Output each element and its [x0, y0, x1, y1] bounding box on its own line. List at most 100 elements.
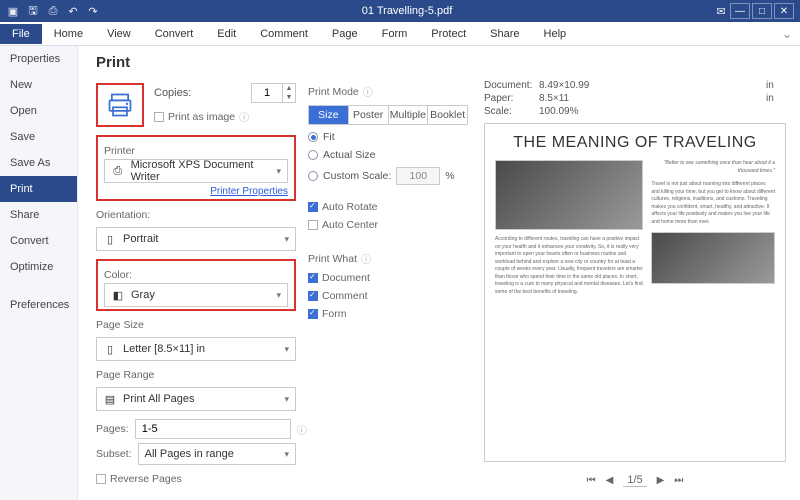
collapse-ribbon-icon[interactable]: ⌄: [774, 27, 800, 41]
pw-document-checkbox[interactable]: [308, 273, 318, 283]
radio-fit[interactable]: [308, 132, 318, 142]
orientation-select[interactable]: ▯ Portrait ▾: [96, 227, 296, 251]
tab-multiple[interactable]: Multiple: [389, 106, 429, 124]
printer-properties-link[interactable]: Printer Properties: [104, 186, 288, 197]
preview-pager: ⏮ ◀ 1/5 ▶ ⏭: [484, 468, 786, 492]
side-share[interactable]: Share: [0, 202, 77, 228]
chevron-down-icon: ▾: [284, 344, 289, 355]
pages-icon: ▤: [103, 392, 117, 406]
reverse-pages-label: Reverse Pages: [110, 473, 182, 485]
menu-help[interactable]: Help: [532, 24, 579, 44]
menu-comment[interactable]: Comment: [248, 24, 320, 44]
auto-center-label: Auto Center: [322, 219, 378, 231]
pages-label: Pages:: [96, 423, 129, 435]
mail-icon[interactable]: ✉: [714, 4, 728, 18]
subset-select[interactable]: All Pages in range ▾: [138, 443, 296, 465]
color-swatch-icon: ◧: [111, 288, 125, 302]
menu-convert[interactable]: Convert: [143, 24, 206, 44]
printer-label: Printer: [104, 145, 288, 157]
printer-icon: [106, 91, 134, 119]
info-icon[interactable]: ⓘ: [297, 422, 307, 437]
scale-label: Scale:: [484, 106, 539, 117]
menu-form[interactable]: Form: [370, 24, 420, 44]
print-button[interactable]: [96, 83, 144, 127]
info-icon[interactable]: ⓘ: [363, 84, 373, 99]
copies-input[interactable]: [252, 87, 282, 99]
pager-first-icon[interactable]: ⏮: [587, 475, 596, 486]
menubar: File Home View Convert Edit Comment Page…: [0, 22, 800, 46]
info-icon[interactable]: ⓘ: [239, 109, 249, 124]
pagerange-select[interactable]: ▤ Print All Pages ▾: [96, 387, 296, 411]
side-new[interactable]: New: [0, 72, 77, 98]
document-title: 01 Travelling-5.pdf: [100, 5, 714, 17]
tab-poster[interactable]: Poster: [349, 106, 389, 124]
info-icon[interactable]: ⓘ: [361, 251, 371, 266]
pager-prev-icon[interactable]: ◀: [606, 475, 614, 486]
side-saveas[interactable]: Save As: [0, 150, 77, 176]
page-total: /5: [633, 474, 642, 486]
pw-comment-checkbox[interactable]: [308, 291, 318, 301]
titlebar: ▣ 🖫 ⎙ ↶ ↷ 01 Travelling-5.pdf ✉ — □ ✕: [0, 0, 800, 22]
print-what-label: Print What: [308, 253, 357, 265]
menu-page[interactable]: Page: [320, 24, 370, 44]
paper-value: 8.5×11: [539, 93, 766, 104]
pages-input[interactable]: [135, 419, 291, 439]
orientation-label: Orientation:: [96, 209, 296, 221]
print-as-image-checkbox[interactable]: [154, 112, 164, 122]
copies-stepper[interactable]: ▲▼: [251, 83, 296, 103]
reverse-pages-checkbox[interactable]: [96, 474, 106, 484]
chevron-down-icon: ▾: [284, 234, 289, 245]
color-select[interactable]: ◧ Gray ▾: [104, 283, 288, 307]
menu-file[interactable]: File: [0, 24, 42, 44]
custom-label: Custom Scale:: [323, 170, 391, 182]
printer-section-highlight: Printer ⎙ Microsoft XPS Document Writer …: [96, 135, 296, 201]
redo-icon[interactable]: ↷: [86, 4, 100, 18]
menu-share[interactable]: Share: [478, 24, 531, 44]
page-icon: ▯: [103, 342, 117, 356]
side-properties[interactable]: Properties: [0, 46, 77, 72]
pager-next-icon[interactable]: ▶: [657, 475, 665, 486]
side-preferences[interactable]: Preferences: [0, 292, 77, 318]
menu-view[interactable]: View: [95, 24, 143, 44]
maximize-button[interactable]: □: [752, 3, 772, 19]
menu-edit[interactable]: Edit: [205, 24, 248, 44]
minimize-button[interactable]: —: [730, 3, 750, 19]
radio-actual[interactable]: [308, 150, 318, 160]
tab-size[interactable]: Size: [309, 106, 349, 124]
pagesize-select[interactable]: ▯ Letter [8.5×11] in ▾: [96, 337, 296, 361]
auto-rotate-checkbox[interactable]: [308, 202, 318, 212]
pw-form-checkbox[interactable]: [308, 309, 318, 319]
undo-icon[interactable]: ↶: [66, 4, 80, 18]
menu-protect[interactable]: Protect: [419, 24, 478, 44]
print-icon[interactable]: ⎙: [46, 4, 60, 18]
side-convert[interactable]: Convert: [0, 228, 77, 254]
page-preview: THE MEANING OF TRAVELING According to di…: [484, 123, 786, 462]
close-button[interactable]: ✕: [774, 3, 794, 19]
radio-custom[interactable]: [308, 171, 318, 181]
auto-center-checkbox[interactable]: [308, 220, 318, 230]
paper-label: Paper:: [484, 93, 539, 104]
side-print[interactable]: Print: [0, 176, 77, 202]
printer-small-icon: ⎙: [111, 164, 125, 178]
menu-home[interactable]: Home: [42, 24, 95, 44]
copies-down-icon[interactable]: ▼: [283, 93, 295, 102]
side-open[interactable]: Open: [0, 98, 77, 124]
actual-label: Actual Size: [323, 149, 376, 161]
file-sidebar: Properties New Open Save Save As Print S…: [0, 46, 78, 500]
side-save[interactable]: Save: [0, 124, 77, 150]
pager-last-icon[interactable]: ⏭: [674, 475, 683, 486]
chevron-down-icon: ▾: [284, 449, 289, 460]
side-optimize[interactable]: Optimize: [0, 254, 77, 280]
tab-booklet[interactable]: Booklet: [428, 106, 467, 124]
subset-value: All Pages in range: [145, 448, 234, 460]
scale-value: 100.09%: [539, 106, 766, 117]
document-info: Document:8.49×10.99in Paper:8.5×11in Sca…: [484, 80, 786, 117]
color-section-highlight: Color: ◧ Gray ▾: [96, 259, 296, 311]
printer-select[interactable]: ⎙ Microsoft XPS Document Writer ▾: [104, 159, 288, 183]
doc-unit: in: [766, 80, 786, 91]
color-label: Color:: [104, 269, 288, 281]
copies-up-icon[interactable]: ▲: [283, 84, 295, 93]
save-icon[interactable]: 🖫: [26, 4, 40, 18]
custom-scale-input[interactable]: [396, 167, 440, 185]
preview-image-placeholder: [495, 160, 643, 230]
